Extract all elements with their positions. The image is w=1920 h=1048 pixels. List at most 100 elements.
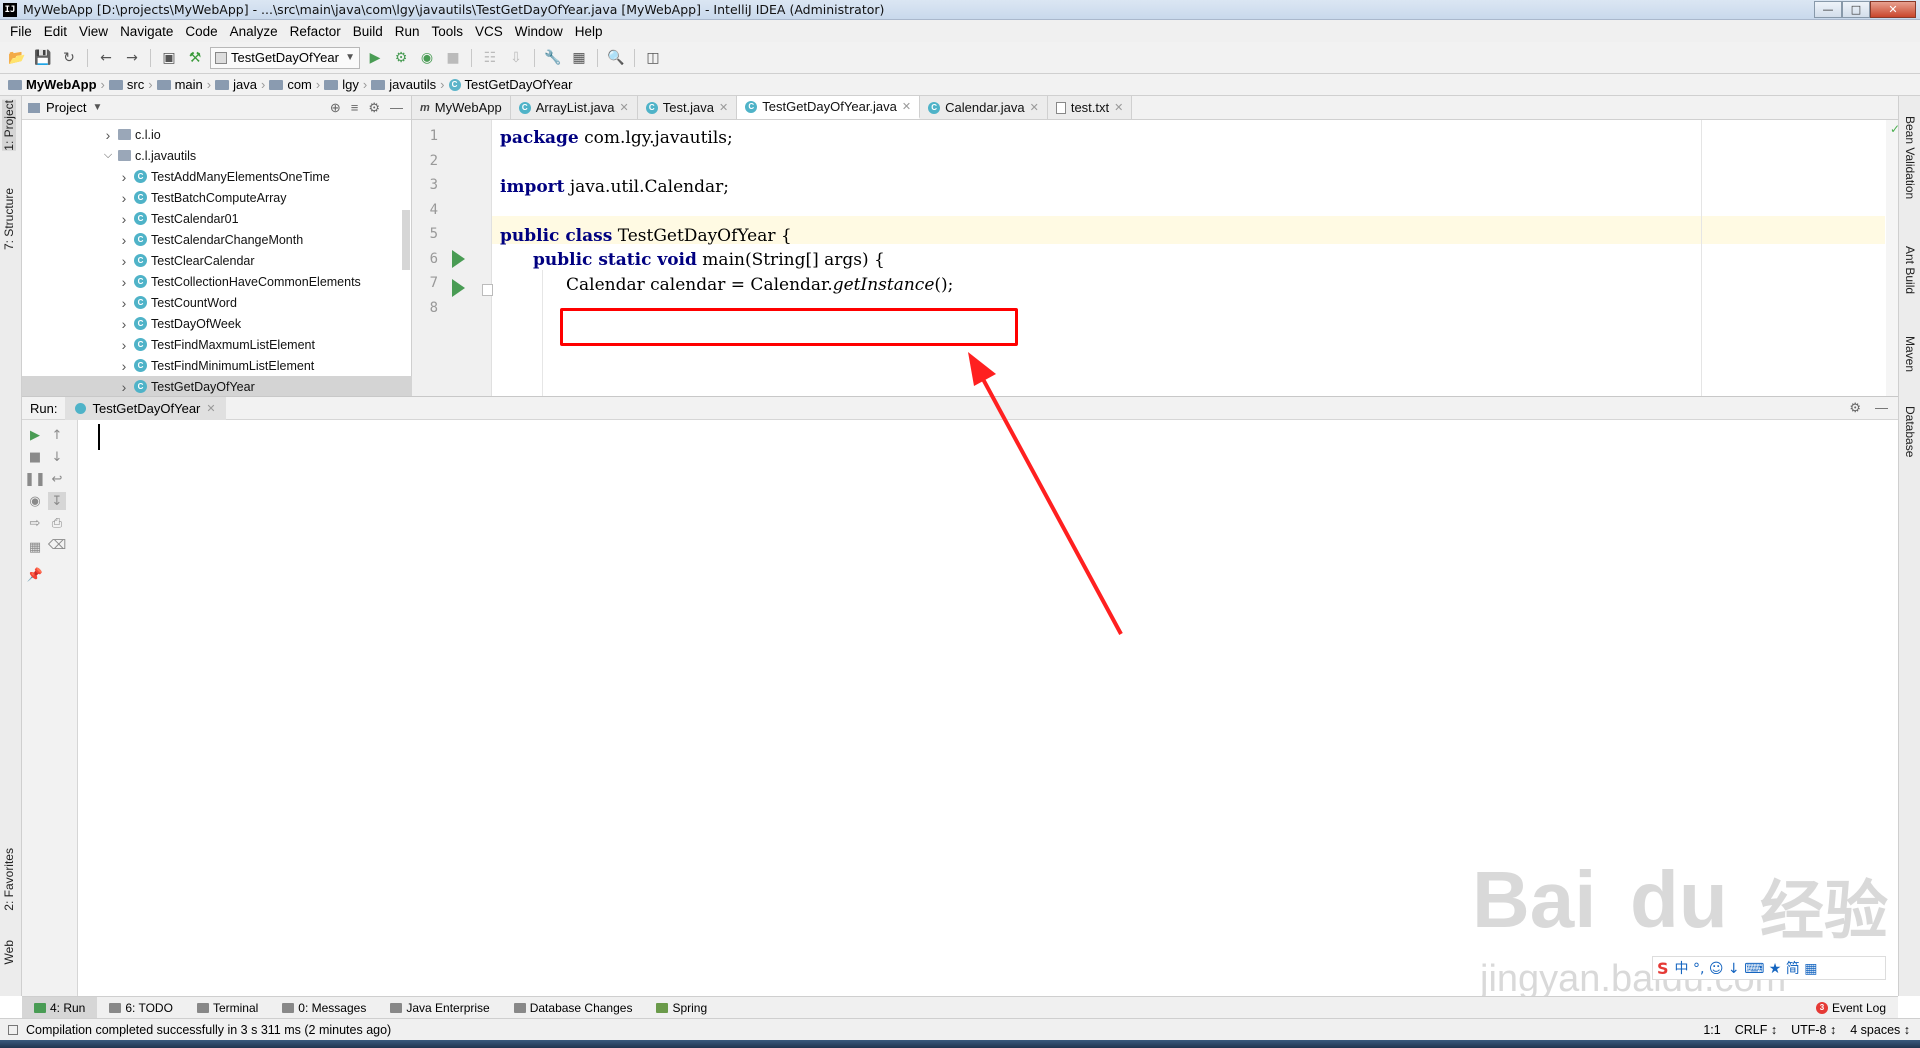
chevron-right-icon[interactable]: › xyxy=(118,379,130,395)
tool-window-ant-build[interactable]: Ant Build xyxy=(1903,246,1917,294)
tool-window-database[interactable]: Database xyxy=(1903,406,1917,457)
menu-build[interactable]: Build xyxy=(347,24,389,39)
build-hammer-icon[interactable]: ⚒ xyxy=(184,47,206,69)
chevron-down-icon[interactable]: ⌵ xyxy=(102,149,114,162)
menu-run[interactable]: Run xyxy=(389,24,426,39)
tree-item[interactable]: › C TestCalendar01 xyxy=(22,208,412,229)
gear-icon[interactable]: ⚙ xyxy=(368,100,380,116)
chevron-right-icon[interactable]: › xyxy=(118,253,130,269)
minimize-button[interactable]: — xyxy=(1814,1,1842,18)
tree-item[interactable]: › C TestBatchComputeArray xyxy=(22,187,412,208)
breadcrumb-item[interactable]: lgy xyxy=(324,77,363,92)
breadcrumb-item[interactable]: main xyxy=(156,77,207,92)
menu-vcs[interactable]: VCS xyxy=(469,24,509,39)
fold-icon[interactable] xyxy=(482,284,493,296)
menu-navigate[interactable]: Navigate xyxy=(114,24,179,39)
debug-icon[interactable]: ⚙ xyxy=(390,47,412,69)
tool-spring[interactable]: Spring xyxy=(644,997,719,1019)
tree-item[interactable]: › C TestDayOfWeek xyxy=(22,313,412,334)
run-tab[interactable]: TestGetDayOfYear ✕ xyxy=(65,396,226,420)
close-icon[interactable]: ✕ xyxy=(206,402,215,415)
layout-icon[interactable]: ▦ xyxy=(26,538,44,556)
update-project-icon[interactable]: ☷ xyxy=(479,47,501,69)
run-configuration-select[interactable]: TestGetDayOfYear ▼ xyxy=(210,46,360,69)
menu-help[interactable]: Help xyxy=(569,24,609,39)
breadcrumb-item[interactable]: javautils xyxy=(371,77,440,92)
rerun-icon[interactable]: ▶ xyxy=(26,426,44,444)
chevron-down-icon[interactable]: ▼ xyxy=(92,102,102,113)
file-encoding[interactable]: UTF-8 ↕ xyxy=(1791,1023,1836,1037)
close-icon[interactable]: ✕ xyxy=(902,100,911,113)
close-button[interactable]: ✕ xyxy=(1870,1,1916,18)
up-arrow-icon[interactable]: ↑ xyxy=(48,426,66,444)
chevron-right-icon[interactable]: › xyxy=(118,295,130,311)
chevron-right-icon[interactable]: › xyxy=(118,337,130,353)
menu-window[interactable]: Window xyxy=(509,24,569,39)
menu-file[interactable]: File xyxy=(4,24,38,39)
open-folder-icon[interactable]: 📂 xyxy=(6,47,28,69)
pin-icon[interactable]: 📌 xyxy=(26,566,44,584)
locate-icon[interactable]: ⊕ xyxy=(330,100,341,116)
save-icon[interactable]: 💾 xyxy=(32,47,54,69)
tree-item[interactable]: › C TestGetDayOfYear xyxy=(22,376,412,397)
tree-item[interactable]: › C TestClearCalendar xyxy=(22,250,412,271)
tool-window-structure[interactable]: 7: Structure xyxy=(2,188,16,250)
breadcrumb-item[interactable]: MyWebApp xyxy=(8,77,101,92)
run-icon[interactable]: ▶ xyxy=(364,47,386,69)
chevron-right-icon[interactable]: › xyxy=(102,127,114,143)
caret-position[interactable]: 1:1 xyxy=(1703,1023,1720,1037)
project-view-selector[interactable]: Project xyxy=(46,100,86,115)
gear-icon[interactable]: ⚙ xyxy=(1849,400,1861,416)
camera-icon[interactable]: ◉ xyxy=(26,492,44,510)
maximize-button[interactable]: □ xyxy=(1842,1,1870,18)
chevron-right-icon[interactable]: › xyxy=(118,190,130,206)
commit-icon[interactable]: ⇩ xyxy=(505,47,527,69)
soft-wrap-icon[interactable]: ↩ xyxy=(48,470,66,488)
breadcrumb-item[interactable]: java xyxy=(215,77,261,92)
editor-tab[interactable]: C Test.java ✕ xyxy=(637,96,738,119)
tool-window-project[interactable]: 1: Project xyxy=(2,100,16,151)
tree-item[interactable]: › C TestFindMaxmumListElement xyxy=(22,334,412,355)
chevron-right-icon[interactable]: › xyxy=(118,316,130,332)
vcs-operations-icon[interactable]: ◫ xyxy=(642,47,664,69)
menu-tools[interactable]: Tools xyxy=(426,24,470,39)
tree-item[interactable]: › C TestFindMinimumListElement xyxy=(22,355,412,376)
menu-view[interactable]: View xyxy=(73,24,114,39)
tool-window-web[interactable]: Web xyxy=(2,940,16,964)
editor-scrollbar[interactable] xyxy=(1886,120,1898,396)
close-icon[interactable]: ✕ xyxy=(1030,101,1039,114)
tool-window-maven[interactable]: Maven xyxy=(1903,336,1917,372)
stop-icon[interactable]: ■ xyxy=(26,448,44,466)
editor-tab[interactable]: m MyWebApp xyxy=(412,96,511,119)
tool-java-enterprise[interactable]: Java Enterprise xyxy=(378,997,501,1019)
tool-database-changes[interactable]: Database Changes xyxy=(502,997,645,1019)
menu-analyze[interactable]: Analyze xyxy=(224,24,284,39)
indent-setting[interactable]: 4 spaces ↕ xyxy=(1850,1023,1910,1037)
chevron-right-icon[interactable]: › xyxy=(118,211,130,227)
select-target-icon[interactable]: ▣ xyxy=(158,47,180,69)
tool-todo[interactable]: 6: TODO xyxy=(97,997,185,1019)
chevron-right-icon[interactable]: › xyxy=(118,274,130,290)
down-arrow-icon[interactable]: ↓ xyxy=(48,448,66,466)
ime-toolbar[interactable]: S 中 °, ☺ ↓ ⌨ ★ 简 ▦ xyxy=(1652,956,1886,980)
tool-messages[interactable]: 0: Messages xyxy=(270,997,378,1019)
back-arrow-icon[interactable]: ← xyxy=(95,47,117,69)
project-scrollbar[interactable] xyxy=(402,210,410,270)
status-toggle-icon[interactable] xyxy=(8,1024,18,1035)
search-icon[interactable]: 🔍 xyxy=(605,47,627,69)
tree-item[interactable]: › C TestCalendarChangeMonth xyxy=(22,229,412,250)
tool-event-log[interactable]: 3 Event Log xyxy=(1804,997,1898,1019)
line-separator[interactable]: CRLF ↕ xyxy=(1735,1023,1777,1037)
scroll-to-end-icon[interactable]: ↧ xyxy=(48,492,66,510)
menu-refactor[interactable]: Refactor xyxy=(284,24,347,39)
tree-item[interactable]: › C TestCollectionHaveCommonElements xyxy=(22,271,412,292)
sync-icon[interactable]: ↻ xyxy=(58,47,80,69)
tree-item[interactable]: › C TestAddManyElementsOneTime xyxy=(22,166,412,187)
close-icon[interactable]: ✕ xyxy=(1114,101,1123,114)
close-icon[interactable]: ✕ xyxy=(620,101,629,114)
breadcrumb-item[interactable]: com xyxy=(269,77,316,92)
editor-tab[interactable]: C Calendar.java ✕ xyxy=(920,96,1048,119)
hide-icon[interactable]: — xyxy=(390,100,403,116)
pause-icon[interactable]: ❚❚ xyxy=(24,470,46,488)
run-gutter-icon[interactable] xyxy=(452,279,465,297)
